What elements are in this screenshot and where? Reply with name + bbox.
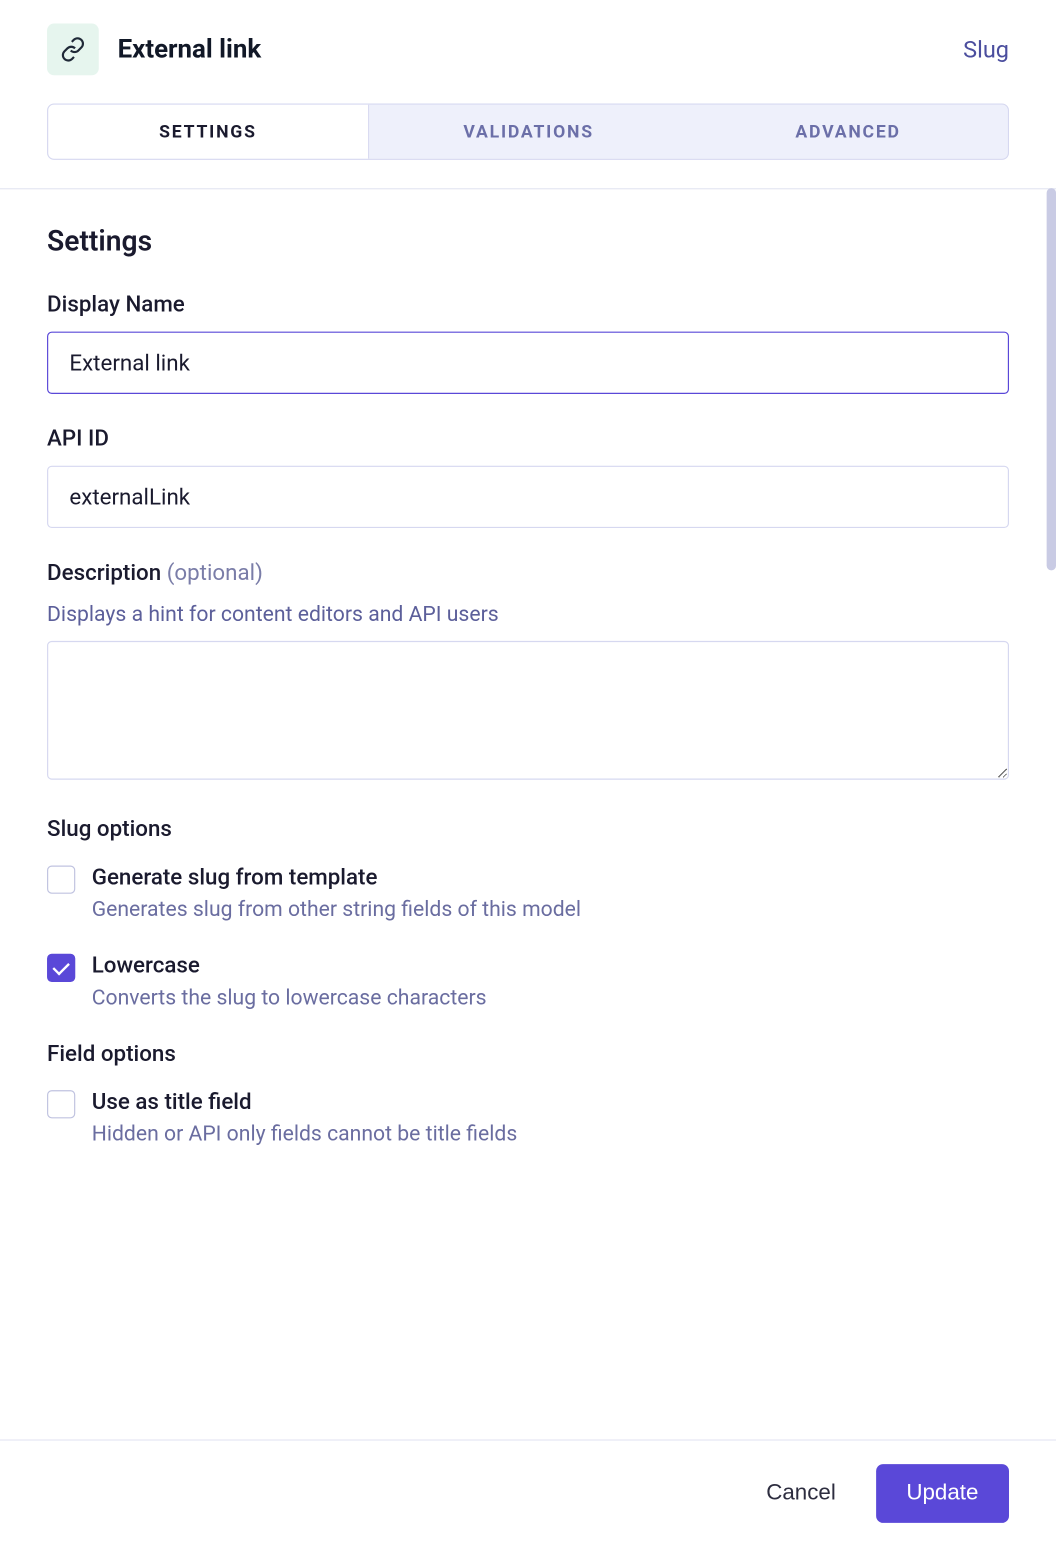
link-icon [47,24,99,76]
title-field-hint: Hidden or API only fields cannot be titl… [92,1120,518,1151]
generate-slug-hint: Generates slug from other string fields … [92,895,581,926]
field-type-label: Slug [963,35,1009,63]
lowercase-label: Lowercase [92,952,487,979]
field-options-heading: Field options [47,1040,1009,1067]
tab-settings[interactable]: Settings [48,105,369,159]
description-label: Description (optional) [47,559,1009,586]
description-textarea[interactable] [47,641,1009,780]
tab-bar: Settings Validations Advanced [47,103,1009,159]
dialog-footer: Cancel Update [0,1439,1056,1546]
content-scroll-area: Settings Display Name API ID Description… [0,189,1056,1546]
display-name-label: Display Name [47,290,1009,317]
scrollbar-thumb[interactable] [1047,188,1056,570]
description-hint: Displays a hint for content editors and … [47,600,1009,630]
lowercase-hint: Converts the slug to lowercase character… [92,983,487,1014]
api-id-input[interactable] [47,466,1009,528]
tab-validations[interactable]: Validations [369,105,688,159]
tab-advanced[interactable]: Advanced [688,105,1007,159]
title-field-checkbox[interactable] [47,1091,75,1119]
cancel-button[interactable]: Cancel [759,1469,843,1518]
api-id-label: API ID [47,425,1009,452]
slug-options-heading: Slug options [47,815,1009,842]
update-button[interactable]: Update [876,1464,1009,1523]
title-field-label: Use as title field [92,1088,518,1115]
dialog-title: External link [118,35,262,64]
lowercase-checkbox[interactable] [47,954,75,982]
generate-slug-label: Generate slug from template [92,863,581,890]
section-heading: Settings [47,225,1009,258]
display-name-input[interactable] [47,332,1009,394]
dialog-header: External link Slug [47,24,1009,76]
generate-slug-checkbox[interactable] [47,866,75,894]
